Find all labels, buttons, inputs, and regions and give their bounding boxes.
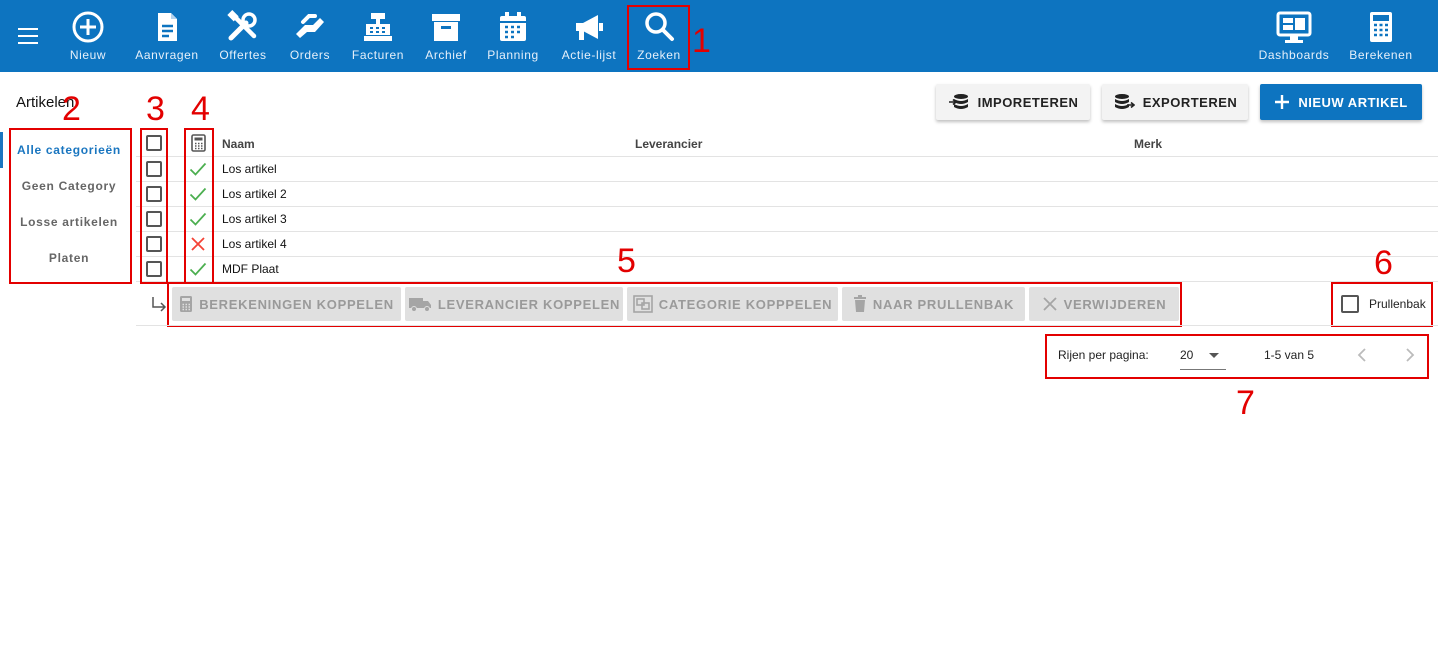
row-name: Los artikel 4 bbox=[222, 237, 287, 251]
corner-arrow-icon bbox=[152, 297, 167, 312]
nav-aanvragen[interactable]: Aanvragen bbox=[132, 10, 202, 66]
nav-label: Offertes bbox=[219, 48, 267, 62]
nav-dashboards[interactable]: Dashboards bbox=[1255, 10, 1333, 66]
tools-icon bbox=[227, 10, 257, 41]
row-divider bbox=[136, 181, 1438, 182]
nav-label: Dashboards bbox=[1258, 48, 1330, 62]
annotation-box-6 bbox=[1331, 282, 1433, 327]
row-divider bbox=[136, 206, 1438, 207]
row-divider bbox=[136, 256, 1438, 257]
new-article-label: NIEUW ARTIKEL bbox=[1298, 94, 1408, 110]
row-name: Los artikel 2 bbox=[222, 187, 287, 201]
database-export-icon bbox=[1114, 94, 1135, 109]
archive-icon bbox=[432, 14, 460, 41]
handshake-icon bbox=[296, 14, 324, 38]
actions-divider bbox=[136, 325, 1438, 326]
nav-berekenen[interactable]: Berekenen bbox=[1346, 10, 1416, 66]
annotation-number-6: 6 bbox=[1374, 244, 1393, 282]
column-header-naam[interactable]: Naam bbox=[222, 137, 255, 151]
document-icon bbox=[158, 13, 177, 41]
nav-label: Berekenen bbox=[1349, 48, 1413, 62]
plus-circle-icon bbox=[72, 11, 104, 43]
row-name: MDF Plaat bbox=[222, 262, 279, 276]
new-article-button[interactable]: NIEUW ARTIKEL bbox=[1260, 84, 1422, 120]
cash-register-icon bbox=[364, 13, 392, 41]
plus-icon bbox=[1275, 95, 1290, 109]
dashboard-icon bbox=[1276, 11, 1312, 43]
calculator-icon bbox=[1370, 12, 1392, 42]
calendar-icon bbox=[500, 12, 526, 41]
row-name: Los artikel bbox=[222, 162, 277, 176]
annotation-box-7 bbox=[1045, 334, 1429, 379]
column-header-leverancier[interactable]: Leverancier bbox=[635, 137, 702, 151]
annotation-box-1 bbox=[627, 5, 690, 70]
nav-facturen[interactable]: Facturen bbox=[348, 10, 408, 66]
header-divider bbox=[136, 156, 1438, 157]
nav-label: Aanvragen bbox=[135, 48, 199, 62]
annotation-number-4: 4 bbox=[191, 90, 210, 128]
nav-archief[interactable]: Archief bbox=[420, 10, 472, 66]
top-navigation-bar: Nieuw Aanvragen Offertes Orders Facturen… bbox=[0, 0, 1438, 72]
nav-orders[interactable]: Orders bbox=[286, 10, 334, 66]
annotation-box-4 bbox=[184, 128, 214, 284]
nav-label: Planning bbox=[487, 48, 539, 62]
annotation-box-3 bbox=[140, 128, 168, 284]
annotation-number-2: 2 bbox=[62, 90, 81, 128]
row-name: Los artikel 3 bbox=[222, 212, 287, 226]
nav-label: Archief bbox=[425, 48, 467, 62]
annotation-box-5 bbox=[167, 282, 1182, 327]
column-header-merk[interactable]: Merk bbox=[1134, 137, 1162, 151]
import-button[interactable]: IMPORETEREN bbox=[936, 84, 1090, 120]
annotation-number-3: 3 bbox=[146, 90, 165, 128]
nav-actie-lijst[interactable]: Actie-lijst bbox=[556, 10, 622, 66]
annotation-number-5: 5 bbox=[617, 242, 636, 280]
import-label: IMPORETEREN bbox=[977, 94, 1079, 110]
sidebar-active-indicator bbox=[0, 132, 3, 168]
annotation-box-2 bbox=[9, 128, 132, 284]
nav-nieuw[interactable]: Nieuw bbox=[66, 10, 110, 66]
database-import-icon bbox=[948, 94, 968, 109]
nav-label: Facturen bbox=[351, 48, 405, 62]
nav-label: Nieuw bbox=[69, 48, 107, 62]
nav-offertes[interactable]: Offertes bbox=[214, 10, 272, 66]
export-button[interactable]: EXPORTEREN bbox=[1102, 84, 1248, 120]
annotation-number-7: 7 bbox=[1236, 384, 1255, 422]
export-label: EXPORTEREN bbox=[1142, 94, 1238, 110]
nav-label: Orders bbox=[289, 48, 331, 62]
menu-icon[interactable] bbox=[18, 28, 38, 44]
row-divider bbox=[136, 231, 1438, 232]
nav-label: Actie-lijst bbox=[561, 48, 617, 62]
nav-planning[interactable]: Planning bbox=[484, 10, 542, 66]
megaphone-icon bbox=[576, 15, 603, 40]
annotation-number-1: 1 bbox=[692, 22, 711, 60]
